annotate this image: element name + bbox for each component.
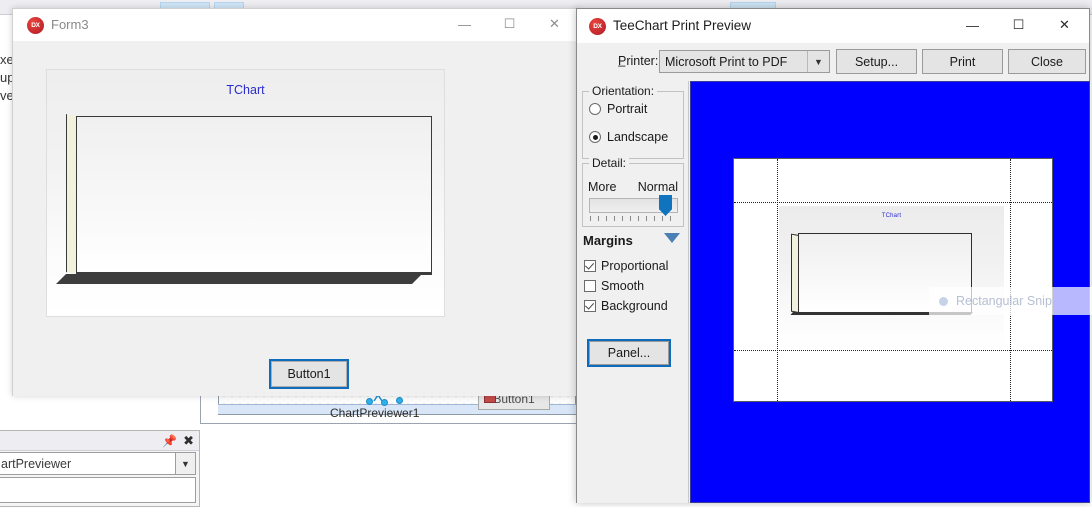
- detail-group: Detail: More Normal: [582, 156, 684, 227]
- margin-line-left: [777, 159, 778, 401]
- form3-client-area: TChart Button1: [13, 41, 579, 396]
- chevron-down-icon[interactable]: ▼: [807, 51, 829, 72]
- checkbox-indicator-checked[interactable]: [584, 260, 596, 272]
- radio-indicator-selected[interactable]: [589, 131, 601, 143]
- properties-field[interactable]: [0, 477, 196, 503]
- checkbox-smooth-label: Smooth: [601, 279, 645, 293]
- properties-object-combo[interactable]: artPreviewer ▼: [0, 452, 196, 475]
- checkbox-proportional[interactable]: Proportional: [584, 259, 668, 273]
- properties-panel-header: 📌 ✖: [0, 431, 199, 451]
- checkbox-proportional-label: Proportional: [601, 259, 669, 273]
- radio-landscape[interactable]: Landscape: [589, 130, 668, 144]
- minimize-button[interactable]: —: [950, 9, 995, 41]
- print-preview-dialog[interactable]: DX TeeChart Print Preview — ☐ ✕ P̲rinter…: [576, 8, 1092, 503]
- checkbox-background[interactable]: Background: [584, 299, 668, 313]
- app-icon: DX: [27, 17, 44, 34]
- setup-button[interactable]: Setup...: [836, 49, 917, 74]
- preview-options-sidebar: Orientation: Portrait Landscape Detail: …: [577, 81, 689, 503]
- orientation-group: Orientation: Portrait Landscape: [582, 84, 684, 159]
- preview-canvas[interactable]: TChart Rectangular Snip: [690, 81, 1092, 503]
- form3-button1[interactable]: Button1: [269, 359, 349, 389]
- printer-value: Microsoft Print to PDF: [665, 55, 788, 69]
- radio-portrait[interactable]: Portrait: [589, 102, 647, 116]
- tchart-title: TChart: [226, 83, 265, 97]
- chevron-down-icon[interactable]: [664, 233, 680, 243]
- margin-line-right: [1010, 159, 1011, 401]
- print-button[interactable]: Print: [922, 49, 1003, 74]
- chart-floor: [56, 274, 422, 284]
- preview-chart-title: TChart: [881, 213, 902, 219]
- detail-legend: Detail:: [589, 156, 630, 170]
- chart-left-wall: [66, 114, 76, 274]
- chart-back-wall: [76, 116, 432, 274]
- preview-titlebar[interactable]: DX TeeChart Print Preview — ☐ ✕: [577, 9, 1089, 43]
- maximize-button[interactable]: ☐: [487, 9, 532, 39]
- selection-handle[interactable]: [396, 397, 403, 404]
- minimize-button[interactable]: —: [442, 9, 487, 39]
- orientation-legend: Orientation:: [589, 84, 658, 98]
- form3-window[interactable]: DX Form3 — ☐ ✕ TChart Button1: [12, 8, 580, 396]
- close-dialog-button[interactable]: Close: [1008, 49, 1086, 74]
- app-icon: DX: [589, 18, 606, 35]
- snip-tool-label: Rectangular Snip: [956, 294, 1052, 308]
- panel-button[interactable]: Panel...: [587, 339, 671, 367]
- preview-body: Orientation: Portrait Landscape Detail: …: [577, 81, 1092, 503]
- close-icon[interactable]: ✖: [183, 434, 194, 447]
- detail-slider-ticks: [590, 216, 678, 221]
- snip-tool-overlay: Rectangular Snip: [929, 287, 1092, 315]
- snip-dot-icon: [939, 296, 948, 306]
- close-button[interactable]: ✕: [1042, 9, 1087, 41]
- margin-line-top: [734, 202, 1052, 203]
- maximize-button[interactable]: ☐: [996, 9, 1041, 41]
- radio-indicator[interactable]: [589, 103, 601, 115]
- form3-title: Form3: [51, 17, 89, 32]
- chevron-down-icon[interactable]: ▼: [175, 453, 195, 474]
- margin-line-bottom: [734, 350, 1052, 351]
- checkbox-indicator-checked[interactable]: [584, 300, 596, 312]
- preview-page[interactable]: TChart Rectangular Snip: [733, 158, 1092, 402]
- preview-title: TeeChart Print Preview: [613, 18, 752, 33]
- checkbox-background-label: Background: [601, 299, 668, 313]
- tchart-plot-area[interactable]: [56, 114, 432, 285]
- checkbox-indicator[interactable]: [584, 280, 596, 292]
- checkbox-smooth[interactable]: Smooth: [584, 279, 644, 293]
- preview-toolbar: P̲rinter: Microsoft Print to PDF ▼ Setup…: [577, 43, 1089, 81]
- form3-titlebar[interactable]: DX Form3 — ☐ ✕: [13, 9, 579, 41]
- tchart-panel[interactable]: TChart: [46, 69, 445, 317]
- preview-chart-panel: TChart: [779, 206, 1004, 346]
- pin-icon[interactable]: 📌: [162, 435, 177, 447]
- printer-label: P̲rinter:: [618, 54, 659, 68]
- detail-min-label: More: [588, 180, 617, 194]
- close-button[interactable]: ✕: [532, 9, 577, 39]
- detail-max-label: Normal: [637, 180, 678, 194]
- properties-panel[interactable]: 📌 ✖ artPreviewer ▼: [0, 430, 200, 507]
- chart-floor-edge: [76, 272, 432, 275]
- margins-section-header[interactable]: Margins: [583, 233, 633, 248]
- designer-component-label[interactable]: ChartPreviewer1: [330, 406, 419, 420]
- printer-select[interactable]: Microsoft Print to PDF ▼: [659, 50, 830, 73]
- properties-object-value: artPreviewer: [1, 457, 72, 471]
- radio-portrait-label: Portrait: [607, 102, 648, 116]
- radio-landscape-label: Landscape: [607, 130, 669, 144]
